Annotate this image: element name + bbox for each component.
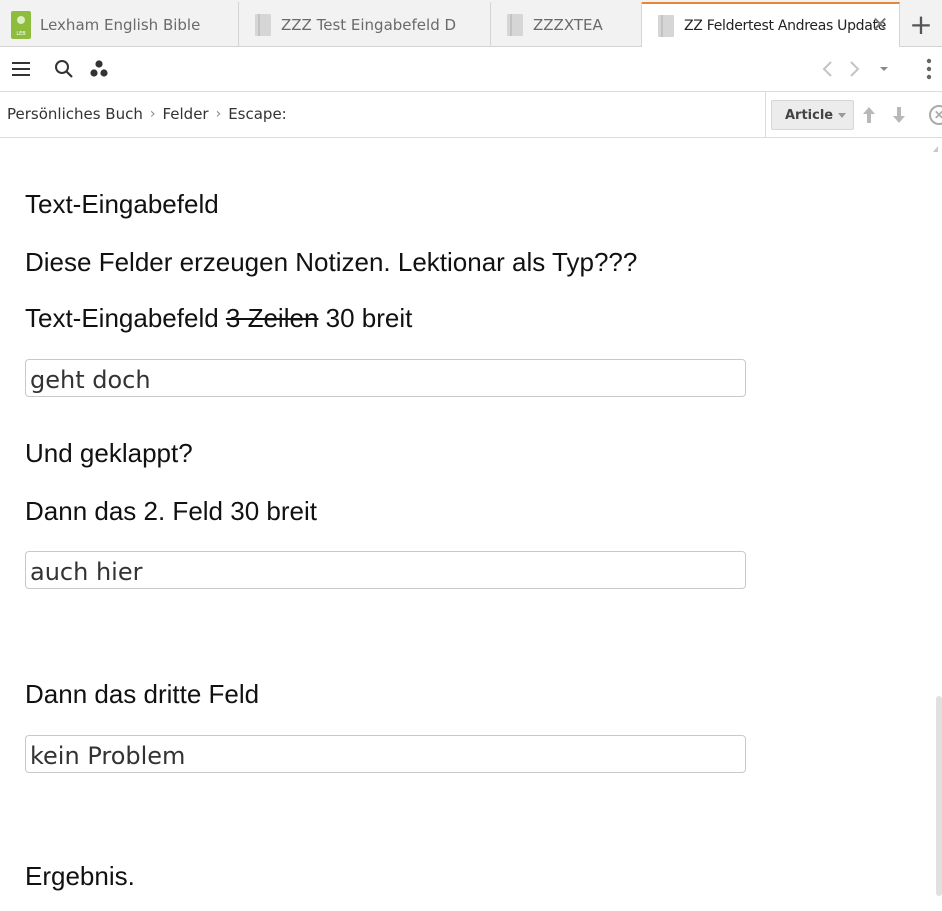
text-input-field-2[interactable]: auch hier	[25, 551, 746, 589]
back-button[interactable]	[815, 56, 841, 82]
heading-text-eingabefeld: Text-Eingabefeld	[25, 189, 219, 219]
breadcrumb-item-persoenliches-buch[interactable]: Persönliches Buch	[7, 105, 143, 123]
menu-icon	[12, 62, 30, 76]
arrow-down-icon[interactable]	[889, 104, 909, 126]
forward-icon	[850, 61, 860, 77]
tab-bar: Lexham English Bible ZZZ Test Eingabefel…	[0, 0, 942, 48]
clear-circle-icon[interactable]: ✕	[929, 105, 942, 125]
paragraph-notizen: Diese Felder erzeugen Notizen. Lektionar…	[25, 247, 638, 277]
tab-zzzxtea[interactable]: ZZZXTEA	[491, 2, 642, 47]
paragraph-und-geklappt: Und geklappt?	[25, 438, 193, 468]
tab-zzz-test-eingabefeld[interactable]: ZZZ Test Eingabefeld D	[239, 2, 491, 47]
add-tab-button[interactable]: +	[900, 2, 942, 47]
breadcrumb-item-felder[interactable]: Felder	[162, 105, 208, 123]
leb-book-icon	[11, 10, 31, 39]
close-icon[interactable]: ✕	[871, 12, 889, 36]
tab-label: ZZZ Test Eingabefeld D	[281, 15, 457, 34]
text-input-field-3[interactable]: kein Problem	[25, 735, 746, 773]
breadcrumb-bar: Persönliches Buch › Felder › Escape: Art…	[0, 92, 942, 138]
back-icon	[822, 61, 832, 77]
forward-button[interactable]	[841, 56, 867, 82]
panels-icon	[90, 60, 108, 77]
paragraph-field-spec: Text-Eingabefeld 3 Zeilen 30 breit	[25, 303, 412, 334]
breadcrumb-item-escape[interactable]: Escape:	[228, 105, 287, 123]
paragraph-ergebnis: Ergebnis.	[25, 861, 135, 891]
breadcrumb-separator: ›	[149, 106, 156, 122]
chevron-down-icon	[838, 112, 847, 118]
more-button[interactable]	[916, 56, 942, 82]
tab-label: ZZZXTEA	[533, 15, 603, 34]
arrow-up-icon[interactable]	[859, 104, 879, 126]
book-icon	[507, 13, 523, 36]
more-icon	[926, 58, 932, 80]
field-spec-text: Text-Eingabefeld	[25, 303, 226, 333]
paragraph-zweites-feld: Dann das 2. Feld 30 breit	[25, 496, 317, 526]
breadcrumb: Persönliches Buch › Felder › Escape:	[7, 105, 287, 123]
menu-button[interactable]	[8, 56, 34, 82]
struck-text: 3 Zeilen	[225, 303, 319, 333]
toolbar	[0, 47, 942, 92]
search-button[interactable]	[51, 56, 77, 82]
tab-zz-feldertest[interactable]: ZZ Feldertest Andreas Update ✕	[642, 2, 900, 48]
tab-label: Lexham English Bible	[40, 15, 201, 34]
search-icon	[55, 60, 73, 78]
breadcrumb-separator: ›	[215, 106, 222, 122]
tab-lexham-english-bible[interactable]: Lexham English Bible	[0, 2, 239, 47]
field-spec-text-end: 30 breit	[318, 303, 413, 333]
book-icon	[255, 13, 271, 36]
document-content: Text-Eingabefeld Diese Felder erzeugen N…	[0, 138, 942, 911]
scroll-up-icon[interactable]	[933, 146, 938, 152]
book-icon	[658, 15, 674, 37]
tab-label: ZZ Feldertest Andreas Update	[684, 18, 887, 34]
text-input-field-1[interactable]: geht doch	[25, 359, 746, 397]
history-dropdown-button[interactable]	[871, 56, 897, 82]
view-mode-label: Article	[785, 107, 834, 123]
view-mode-dropdown[interactable]: Article	[771, 100, 854, 130]
scrollbar-thumb[interactable]	[936, 696, 942, 896]
dropdown-icon	[880, 67, 888, 71]
paragraph-drittes-feld: Dann das dritte Feld	[25, 679, 260, 709]
view-controls: Article ✕	[765, 92, 942, 138]
panels-button[interactable]	[86, 56, 112, 82]
